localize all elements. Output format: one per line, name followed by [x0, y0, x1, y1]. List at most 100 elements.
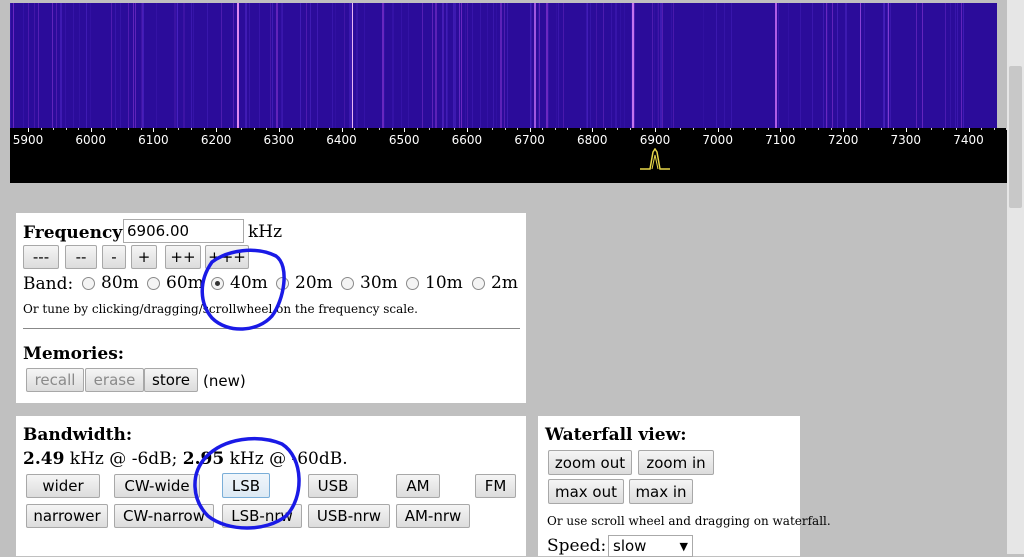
waterfall-display[interactable]	[10, 3, 997, 128]
scale-minor-tick	[955, 128, 957, 130]
page-scrollbar[interactable]	[1007, 0, 1024, 554]
store-button[interactable]: store	[144, 368, 198, 392]
scale-label: 7000	[702, 133, 733, 147]
radio-circle[interactable]	[472, 276, 485, 290]
wider-button[interactable]: wider	[26, 474, 100, 498]
step-down-2-button[interactable]: --	[65, 245, 97, 269]
waterfall-signal-trace	[487, 3, 488, 128]
waterfall-signal-trace	[65, 3, 66, 128]
waterfall-signal-trace	[272, 3, 273, 128]
waterfall-signal-trace	[276, 3, 278, 128]
frequency-input[interactable]	[123, 219, 244, 243]
waterfall-signal-trace	[504, 3, 505, 128]
waterfall-signal-trace	[86, 3, 87, 128]
zoom-in-button[interactable]: zoom in	[638, 450, 714, 475]
scale-label: 7100	[765, 133, 796, 147]
waterfall-signal-trace	[317, 3, 318, 128]
band-radio-60m[interactable]: 60m	[147, 272, 204, 294]
waterfall-signal-trace	[270, 3, 271, 128]
step-up-3-button[interactable]: +++	[205, 245, 249, 269]
radio-circle[interactable]	[406, 276, 419, 290]
scale-minor-tick	[115, 128, 117, 130]
zoom-out-button[interactable]: zoom out	[548, 450, 632, 475]
frequency-panel: Frequency: kHz --- -- - + ++ +++ Band: O…	[16, 213, 526, 403]
waterfall-signal-trace	[961, 3, 962, 128]
waterfall-signal-trace	[432, 3, 433, 128]
step-down-1-button[interactable]: -	[102, 245, 126, 269]
radio-circle[interactable]	[82, 276, 95, 290]
cw-wide-button[interactable]: CW-wide	[114, 474, 200, 498]
memory-status: (new)	[203, 372, 246, 390]
waterfall-signal-trace	[671, 3, 672, 128]
band-radio-2m[interactable]: 2m	[472, 272, 518, 294]
band-radio-30m[interactable]: 30m	[341, 272, 398, 294]
waterfall-signal-trace	[34, 3, 35, 128]
waterfall-signal-trace	[310, 3, 311, 128]
scale-tick	[28, 128, 29, 132]
cw-narrow-button[interactable]: CW-narrow	[114, 504, 214, 528]
scale-label: 6100	[138, 133, 169, 147]
scale-label: 6800	[577, 133, 608, 147]
radio-circle[interactable]	[276, 276, 289, 290]
waterfall-signal-trace	[183, 3, 185, 128]
band-radio-40m[interactable]: 40m	[211, 272, 268, 294]
waterfall-signal-trace	[408, 3, 409, 128]
waterfall-signal-trace	[401, 3, 402, 128]
recall-button[interactable]: recall	[26, 368, 84, 392]
scale-minor-tick	[328, 128, 330, 130]
max-in-button[interactable]: max in	[629, 479, 693, 504]
lsb-nrw-button[interactable]: LSB-nrw	[222, 504, 302, 528]
usb-nrw-button[interactable]: USB-nrw	[308, 504, 390, 528]
band-radio-80m[interactable]: 80m	[82, 272, 139, 294]
speed-label: Speed:	[547, 536, 607, 556]
step-down-3-button[interactable]: ---	[23, 245, 59, 269]
waterfall-signal-trace	[496, 3, 497, 128]
scale-minor-tick	[705, 128, 707, 130]
scale-minor-tick	[379, 128, 381, 130]
fm-button[interactable]: FM	[475, 474, 516, 498]
scale-tick	[655, 128, 656, 132]
waterfall-signal-trace	[812, 3, 813, 128]
scale-tick	[278, 128, 280, 132]
waterfall-signal-trace	[237, 3, 239, 128]
scale-minor-tick	[604, 128, 606, 130]
frequency-scale[interactable]: 5900 6000 6100 6200 6300 6400 6500 6600 6700 6800…	[10, 128, 1020, 183]
scale-minor-tick	[366, 128, 368, 130]
radio-circle[interactable]	[211, 276, 224, 290]
waterfall-signal-trace	[590, 3, 591, 128]
scale-minor-tick	[680, 128, 682, 130]
radio-circle[interactable]	[147, 276, 160, 290]
waterfall-signal-trace	[465, 3, 466, 128]
usb-button[interactable]: USB	[308, 474, 358, 498]
waterfall-signal-trace	[916, 3, 917, 128]
band-radio-10m[interactable]: 10m	[406, 272, 463, 294]
scrollbar-thumb[interactable]	[1009, 66, 1022, 208]
waterfall-signal-trace	[10, 3, 11, 128]
waterfall-signal-trace	[60, 3, 62, 128]
step-up-2-button[interactable]: ++	[165, 245, 201, 269]
scale-minor-tick	[40, 128, 42, 130]
band-radio-20m[interactable]: 20m	[276, 272, 333, 294]
waterfall-signal-trace	[446, 3, 447, 128]
lsb-button[interactable]: LSB	[222, 473, 270, 498]
waterfall-signal-trace	[344, 3, 345, 128]
scale-minor-tick	[617, 128, 619, 130]
scale-minor-tick	[855, 128, 857, 130]
waterfall-signal-trace	[845, 3, 847, 128]
scale-tick	[529, 128, 531, 132]
passband-indicator-icon	[640, 148, 670, 170]
max-out-button[interactable]: max out	[548, 479, 624, 504]
waterfall-signal-trace	[364, 3, 365, 128]
narrower-button[interactable]: narrower	[26, 504, 108, 528]
scale-tick	[968, 128, 970, 132]
am-button[interactable]: AM	[396, 474, 440, 498]
scale-label: 6000	[75, 133, 106, 147]
erase-button[interactable]: erase	[85, 368, 144, 392]
waterfall-signal-trace	[493, 3, 494, 128]
waterfall-signal-trace	[837, 3, 838, 128]
waterfall-signal-trace	[90, 3, 91, 128]
waterfall-signal-trace	[890, 3, 891, 128]
step-up-1-button[interactable]: +	[131, 245, 157, 269]
radio-circle[interactable]	[341, 276, 354, 290]
am-nrw-button[interactable]: AM-nrw	[396, 504, 470, 528]
